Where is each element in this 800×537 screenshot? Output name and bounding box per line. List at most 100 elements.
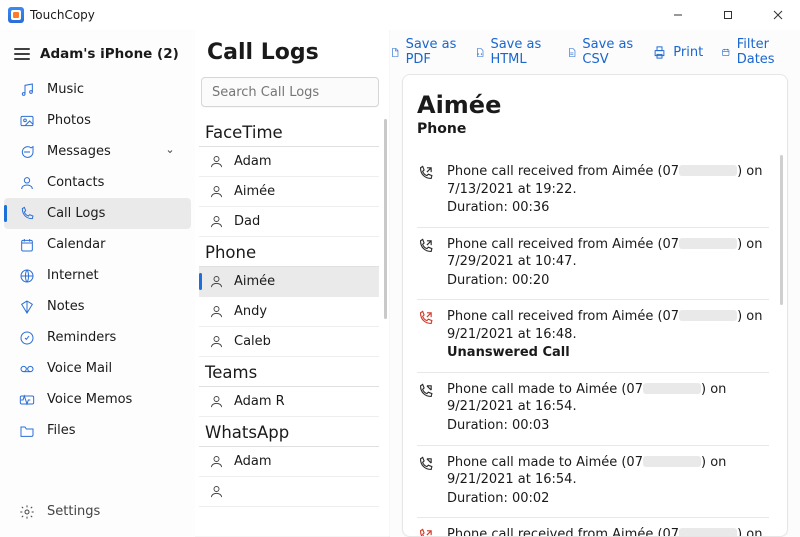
sidebar-item-label: Files — [47, 423, 176, 438]
window-close-button[interactable] — [756, 0, 800, 30]
gear-icon — [19, 504, 35, 520]
file-pdf-icon — [390, 45, 400, 60]
sidebar-item-reminders[interactable]: Reminders — [4, 322, 191, 353]
voicememos-icon — [19, 392, 35, 408]
detail-contact-group: Phone — [417, 121, 769, 137]
contact-name: Adam — [234, 154, 272, 169]
group-header: FaceTime — [199, 117, 379, 147]
search-input[interactable] — [201, 77, 379, 107]
sidebar-item-label: Reminders — [47, 330, 176, 345]
call-log-row: Phone call received from Aimée (07) on 7… — [417, 155, 769, 228]
contact-row[interactable] — [199, 477, 379, 507]
sidebar-item-music[interactable]: Music — [4, 74, 191, 105]
search-field[interactable] — [212, 85, 368, 100]
print-button[interactable]: Print — [652, 45, 703, 60]
contact-row[interactable]: Aimée — [199, 267, 379, 297]
redacted-number — [679, 310, 737, 321]
device-header[interactable]: Adam's iPhone (2) — [0, 36, 195, 74]
sidebar-item-calendar[interactable]: Calendar — [4, 229, 191, 260]
contact-name: Andy — [234, 304, 267, 319]
window-minimize-button[interactable] — [656, 0, 700, 30]
call-log-line: Phone call received from Aimée (07) on 7… — [447, 236, 769, 271]
device-name: Adam's iPhone (2) — [40, 46, 179, 62]
contact-name: Adam R — [234, 394, 285, 409]
contact-row[interactable]: Andy — [199, 297, 379, 327]
contact-row[interactable]: Adam R — [199, 387, 379, 417]
call-out-icon — [417, 381, 435, 435]
call-miss-icon — [417, 526, 435, 537]
call-log-meta: Duration: 00:03 — [447, 417, 769, 435]
call-log-row: Phone call made to Aimée (07) on 9/21/20… — [417, 373, 769, 446]
filter-dates-button[interactable]: Filter Dates — [721, 37, 784, 67]
sidebar-item-settings[interactable]: Settings — [4, 496, 191, 527]
group-header: Phone — [199, 237, 379, 267]
contact-name: Aimée — [234, 184, 275, 199]
scrollbar[interactable] — [780, 155, 783, 305]
redacted-number — [643, 383, 701, 394]
filter-icon — [721, 45, 731, 60]
call-log-meta: Duration: 00:02 — [447, 490, 769, 508]
save-html-button[interactable]: Save as HTML — [475, 37, 549, 67]
contact-row[interactable]: Caleb — [199, 327, 379, 357]
contact-row[interactable]: Adam — [199, 447, 379, 477]
sidebar-item-contacts[interactable]: Contacts — [4, 167, 191, 198]
sidebar: Adam's iPhone (2) Music Photos Messages Con… — [0, 30, 195, 537]
sidebar-item-photos[interactable]: Photos — [4, 105, 191, 136]
sidebar-item-voicememos[interactable]: Voice Memos — [4, 384, 191, 415]
call-log-text: Phone call made to Aimée (07) on 9/21/20… — [447, 454, 769, 508]
sidebar-item-notes[interactable]: Notes — [4, 291, 191, 322]
sidebar-item-label: Internet — [47, 268, 176, 283]
group-header: Teams — [199, 357, 379, 387]
voicemail-icon — [19, 361, 35, 377]
calllogs-icon — [19, 206, 35, 222]
sidebar-item-label: Music — [47, 82, 176, 97]
scrollbar[interactable] — [384, 119, 387, 319]
detail-column: Save as PDF Save as HTML Save as CSV Pri… — [390, 30, 800, 537]
sidebar-item-label: Notes — [47, 299, 176, 314]
person-icon — [209, 304, 224, 319]
sidebar-item-label: Settings — [47, 504, 176, 519]
sidebar-nav: Music Photos Messages ContactsCall Logs Cale… — [0, 74, 195, 489]
contact-row[interactable]: Adam — [199, 147, 379, 177]
save-pdf-button[interactable]: Save as PDF — [390, 37, 457, 67]
sidebar-item-internet[interactable]: Internet — [4, 260, 191, 291]
contact-row[interactable]: Dad — [199, 207, 379, 237]
contact-name: Adam — [234, 454, 272, 469]
sidebar-item-label: Voice Memos — [47, 392, 176, 407]
sidebar-item-calllogs[interactable]: Call Logs — [4, 198, 191, 229]
group-header: WhatsApp — [199, 417, 379, 447]
sidebar-item-messages[interactable]: Messages — [4, 136, 191, 167]
redacted-number — [643, 456, 701, 467]
call-log-row: Phone call received from Aimée (07) on 7… — [417, 228, 769, 301]
person-icon — [209, 334, 224, 349]
sidebar-item-label: Messages — [47, 144, 152, 159]
calendar-icon — [19, 237, 35, 253]
sidebar-item-voicemail[interactable]: Voice Mail — [4, 353, 191, 384]
hamburger-icon — [14, 48, 30, 60]
sidebar-item-label: Calendar — [47, 237, 176, 252]
call-log-line: Phone call made to Aimée (07) on 9/21/20… — [447, 381, 769, 416]
close-icon — [773, 10, 783, 20]
music-icon — [19, 82, 35, 98]
file-html-icon — [475, 45, 485, 60]
photos-icon — [19, 113, 35, 129]
contact-name: Aimée — [234, 274, 275, 289]
call-log-text: Phone call made to Aimée (07) on 9/21/20… — [447, 381, 769, 435]
call-log-meta: Duration: 00:36 — [447, 199, 769, 217]
person-icon — [209, 214, 224, 229]
call-log-meta: Duration: 00:20 — [447, 272, 769, 290]
call-in-icon — [417, 163, 435, 217]
save-csv-button[interactable]: Save as CSV — [567, 37, 634, 67]
sidebar-item-files[interactable]: Files — [4, 415, 191, 446]
redacted-number — [679, 528, 737, 537]
window-maximize-button[interactable] — [706, 0, 750, 30]
app-icon — [8, 7, 24, 23]
minimize-icon — [673, 10, 683, 20]
contact-row[interactable]: Aimée — [199, 177, 379, 207]
person-icon — [209, 454, 224, 469]
call-log-line: Phone call received from Aimée (07) on 9… — [447, 526, 769, 537]
reminders-icon — [19, 330, 35, 346]
person-icon — [209, 154, 224, 169]
contacts-icon — [19, 175, 35, 191]
redacted-number — [679, 238, 737, 249]
